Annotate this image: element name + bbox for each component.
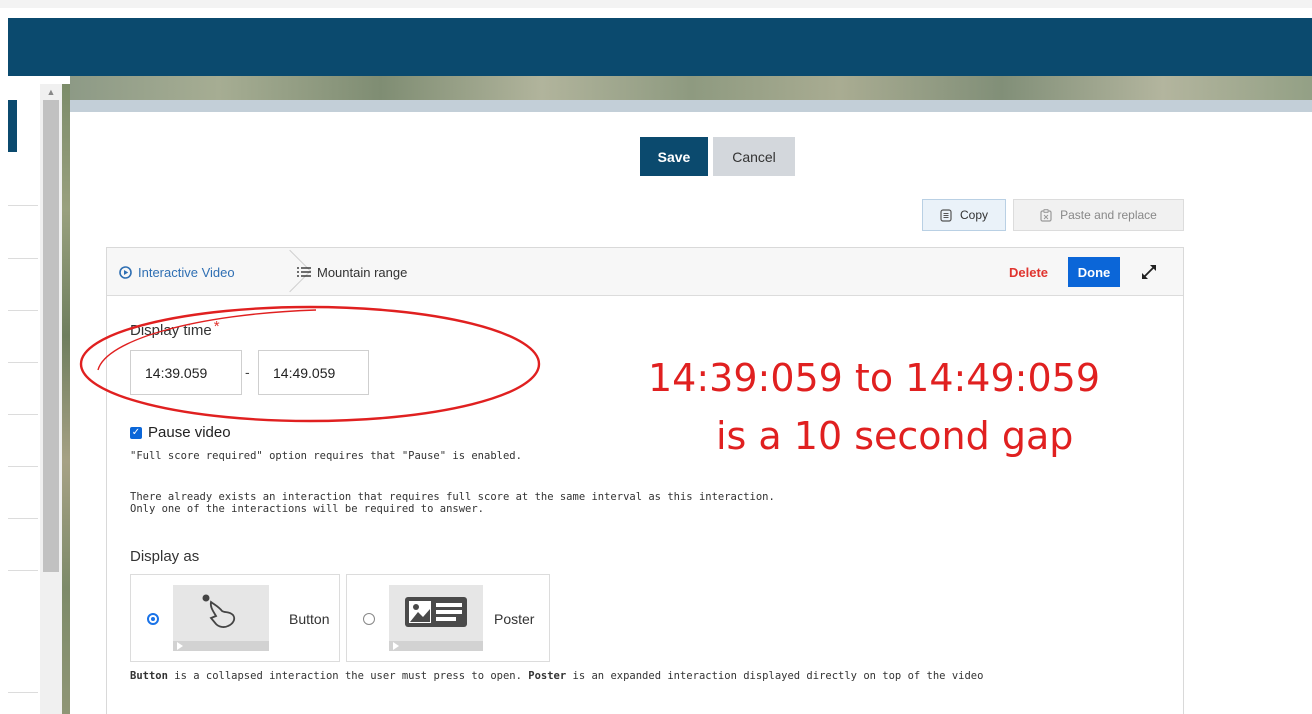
scrollbar-thumb[interactable] [43,100,59,572]
header-bar [8,18,1312,76]
pause-video-checkbox[interactable]: ✓ [130,426,142,439]
save-button[interactable]: Save [640,137,708,176]
paste-label: Paste and replace [1060,208,1157,222]
poster-thumbnail [389,585,483,651]
annotation-ellipse [79,305,541,423]
scroll-up-arrow-icon[interactable]: ▲ [40,84,62,100]
thumbnail-video-bar [389,641,483,651]
left-panel-divider [8,570,38,571]
hand-pointer-icon [202,594,236,628]
poster-icon [405,597,467,627]
button-option-label: Button [289,611,330,627]
desc-poster-term: Poster [528,670,567,682]
play-icon [177,642,183,650]
left-panel-divider [8,692,38,693]
left-panel-divider [8,414,38,415]
left-panel-divider [8,362,38,363]
annotation-line-1: 14:39:059 to 14:49:059 [648,356,1100,400]
background-image [70,76,1312,100]
display-as-option-poster[interactable]: Poster [346,574,550,662]
poster-radio[interactable] [363,613,375,625]
copy-label: Copy [959,208,988,222]
left-panel-divider [8,310,38,311]
copy-icon [940,208,952,222]
pause-note: "Full score required" option requires th… [130,450,522,462]
expand-icon[interactable] [1137,260,1161,284]
left-panel-tab[interactable] [8,100,17,152]
desc-button-text: is a collapsed interaction the user must… [167,670,529,682]
copy-button[interactable]: Copy [922,199,1006,231]
display-as-label: Display as [130,548,200,565]
paste-and-replace-button[interactable]: Paste and replace [1013,199,1184,231]
top-strip [0,0,1312,8]
breadcrumb-interactive-video[interactable]: Interactive Video [119,248,235,296]
pause-video-checkbox-row[interactable]: ✓ Pause video [130,424,231,441]
button-thumbnail [173,585,269,651]
thumbnail-video-bar [173,641,269,651]
left-panel-divider [8,205,38,206]
left-panel-divider [8,258,38,259]
desc-poster-text: is an expanded interaction displayed dir… [566,670,984,682]
breadcrumb-current-label: Mountain range [317,264,408,280]
play-circle-icon [119,265,132,279]
left-panel-divider [8,466,38,467]
background-image-edge [62,84,70,714]
background-image-edge [70,100,1312,112]
play-icon [393,642,399,650]
panel-header: Interactive Video Mountain range Delete … [107,248,1183,296]
paste-icon [1040,208,1052,222]
warning-line-2: Only one of the interactions will be req… [130,503,485,515]
button-radio[interactable] [147,613,159,625]
next-field-label-cut [130,706,164,714]
warning-line-1: There already exists an interaction that… [130,491,775,503]
pause-video-label: Pause video [148,424,231,441]
poster-option-label: Poster [494,611,535,627]
list-icon [297,267,311,277]
annotation-line-2: is a 10 second gap [716,414,1074,458]
left-panel-divider [8,518,38,519]
display-as-option-button[interactable]: Button [130,574,340,662]
breadcrumb-root-label: Interactive Video [138,264,235,280]
display-as-description: Button is a collapsed interaction the us… [130,670,983,682]
desc-button-term: Button [130,670,168,682]
breadcrumb-current: Mountain range [297,248,407,296]
delete-button[interactable]: Delete [1009,259,1048,285]
done-button[interactable]: Done [1068,257,1120,287]
cancel-button[interactable]: Cancel [713,137,795,176]
